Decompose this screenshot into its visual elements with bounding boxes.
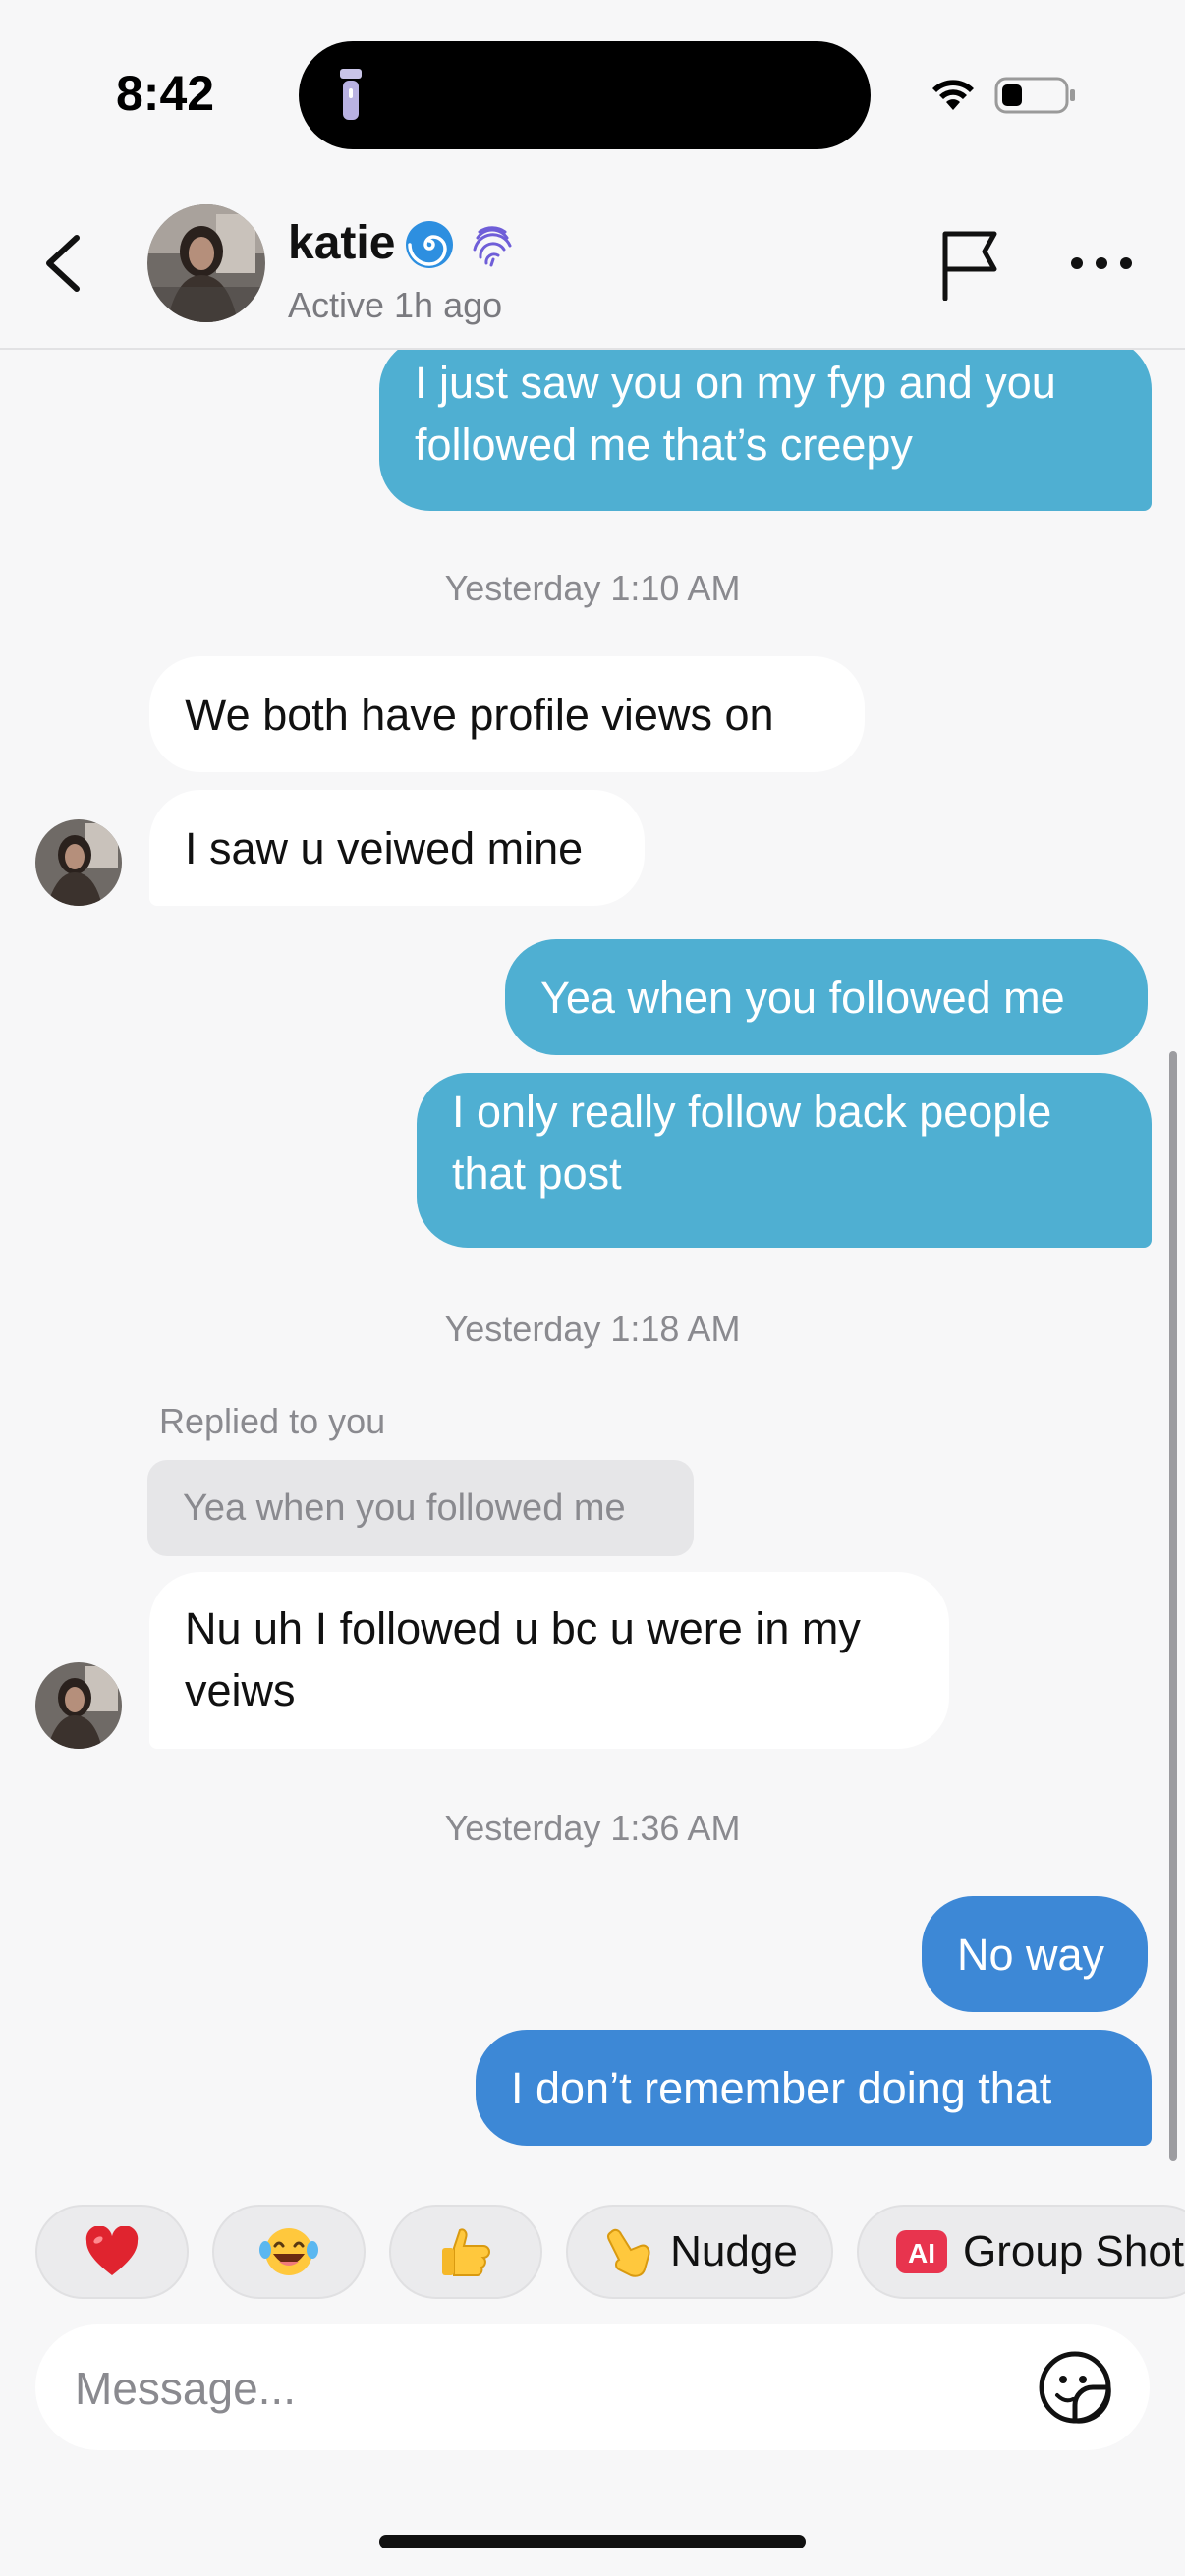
chat-scrollbar[interactable] [1169,1051,1177,2161]
wifi-icon [932,80,974,110]
heart-emoji-icon [85,2226,139,2275]
battery-icon [994,77,1075,114]
status-bar: 8:42 [0,0,1185,187]
outgoing-message[interactable]: No way [922,1896,1148,2012]
more-options-icon[interactable] [1069,252,1134,275]
chat-header: katie Active 1h ago [0,187,1185,350]
message-input[interactable] [73,2324,1010,2452]
message-composer [35,2324,1150,2452]
back-chevron-icon[interactable] [37,232,90,295]
sticker-emoji-icon[interactable] [1038,2350,1112,2425]
flag-report-icon[interactable] [937,230,1006,301]
contact-active-status: Active 1h ago [288,285,503,325]
outgoing-message[interactable]: Yea when you followed me [505,939,1148,1055]
flashlight-icon [340,69,362,120]
fingerprint-emoji-icon [473,226,512,267]
contact-name[interactable]: katie [288,216,395,270]
outgoing-message[interactable]: I don’t remember doing that [476,2030,1152,2146]
nudge-button[interactable]: Nudge [566,2205,833,2299]
message-timestamp: Yesterday 1:36 AM [444,1808,741,1848]
incoming-message[interactable]: I saw u veiwed mine [149,790,645,906]
incoming-message[interactable]: We both have profile views on [149,656,865,772]
reaction-heart-button[interactable] [35,2205,189,2299]
incoming-message[interactable]: Nu uh I followed u bc u were in my veiws [149,1572,949,1749]
cyclone-emoji-icon [406,221,453,268]
dynamic-island [299,41,871,149]
ai-badge-icon: AI [896,2230,947,2273]
status-time: 8:42 [116,66,215,121]
nudge-label: Nudge [670,2227,798,2275]
chat-thread[interactable]: I just saw you on my fyp and you followe… [0,350,1185,2165]
contact-avatar-small[interactable] [35,819,122,906]
contact-avatar-small[interactable] [35,1662,122,1749]
reply-quote[interactable]: Yea when you followed me [147,1460,694,1556]
message-timestamp: Yesterday 1:10 AM [444,568,741,608]
laughing-tears-emoji-icon [259,2228,318,2275]
group-shot-label: Group Shot [963,2227,1185,2275]
svg-text:AI: AI [908,2238,935,2268]
group-shot-button[interactable]: AI Group Shot [857,2205,1185,2299]
reaction-thumbs-up-button[interactable] [389,2205,542,2299]
pointing-hand-emoji-icon [607,2228,650,2277]
reply-label: Replied to you [159,1401,386,1441]
outgoing-message[interactable]: I just saw you on my fyp and you followe… [379,350,1152,511]
thumbs-up-emoji-icon [442,2228,490,2276]
reaction-laugh-button[interactable] [212,2205,366,2299]
home-indicator[interactable] [379,2535,806,2548]
message-timestamp: Yesterday 1:18 AM [444,1309,741,1349]
contact-avatar[interactable] [147,204,265,322]
outgoing-message[interactable]: I only really follow back people that po… [417,1073,1152,1248]
quick-reactions-bar: Nudge AI Group Shot [0,2205,1185,2301]
